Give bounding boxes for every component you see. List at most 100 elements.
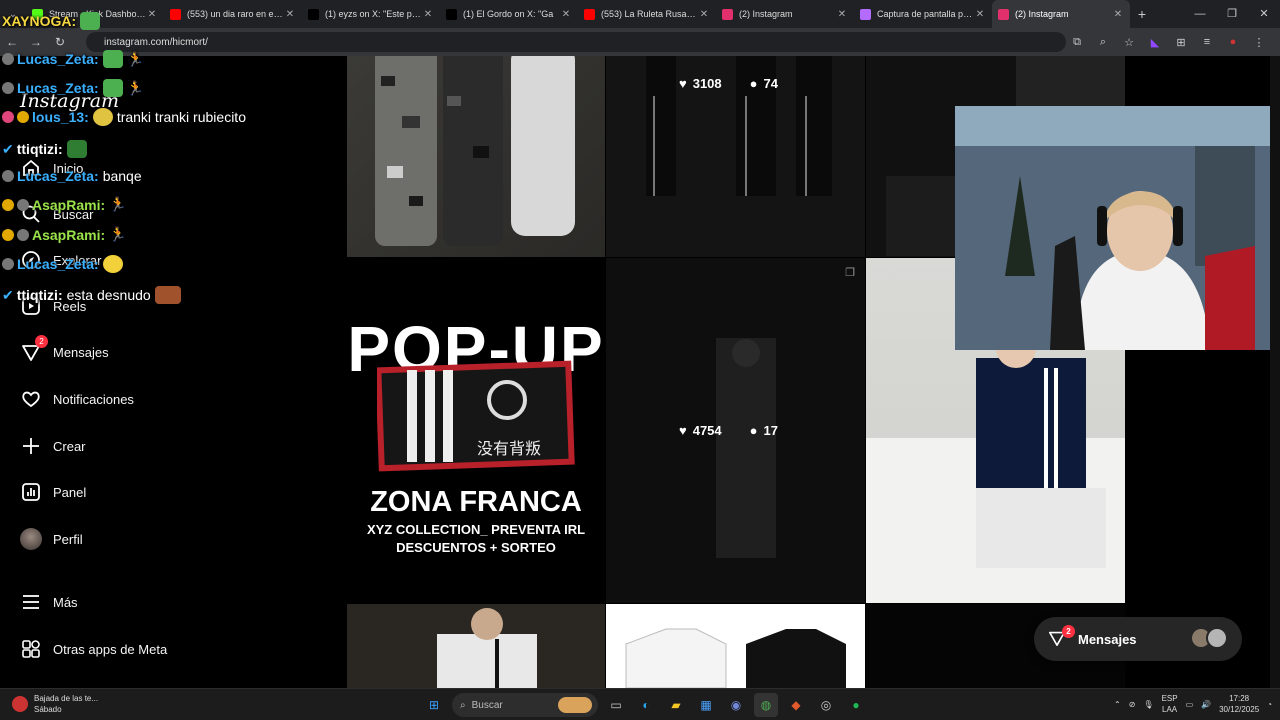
favicon-icon	[446, 8, 457, 20]
close-tab-icon[interactable]: ✕	[284, 9, 296, 20]
close-tab-icon[interactable]: ✕	[1112, 9, 1124, 20]
chrome-icon[interactable]: ◍	[754, 693, 778, 717]
post-jackets-product[interactable]	[606, 604, 865, 688]
bookmark-star-icon[interactable]: ☆	[1118, 36, 1140, 49]
volume-icon[interactable]: 🔊	[1201, 700, 1211, 709]
sidebar-item-buscar[interactable]: Buscar	[20, 202, 93, 226]
tab-title: (2) Instagram	[1015, 9, 1069, 19]
tab-search-icon[interactable]: ⌄	[0, 0, 26, 28]
favicon-icon	[308, 8, 319, 20]
page-scrollbar[interactable]	[1270, 56, 1280, 688]
file-explorer-icon[interactable]: ▰	[664, 693, 688, 717]
notification-badge: 2	[35, 335, 48, 348]
browser-tab[interactable]: (2) Instagram ✕	[716, 0, 854, 28]
tab-groups-icon[interactable]: ≡	[1196, 36, 1218, 48]
post-group-dark[interactable]: ♥ 3108 ● 74	[606, 56, 865, 257]
tab-title: Stream - Kick Dashboard	[49, 9, 146, 19]
task-view-icon[interactable]: ▭	[604, 693, 628, 717]
instagram-sidebar: Instagram Inicio Buscar Explorar Reels 2…	[0, 56, 346, 688]
minimize-icon[interactable]: —	[1184, 0, 1216, 28]
sidebar-item-label: Inicio	[53, 160, 84, 176]
obs-icon[interactable]: ◎	[814, 693, 838, 717]
network-icon[interactable]: ▭	[1186, 700, 1194, 709]
clock-time: 17:28	[1229, 694, 1250, 703]
post-pants-flatlay[interactable]	[347, 56, 605, 257]
spotify-icon[interactable]: ●	[844, 693, 868, 717]
taskbar-search[interactable]: ⌕ Buscar	[452, 693, 598, 717]
edge-icon[interactable]: ◐	[634, 693, 658, 717]
restore-icon[interactable]: ❐	[1216, 0, 1248, 28]
sidebar-item-label: Mensajes	[53, 344, 109, 360]
browser-tab[interactable]: (1) El Gordo on X: "Ga ✕	[440, 0, 578, 28]
messages-floating-button[interactable]: 2 Mensajes	[1034, 617, 1242, 661]
discord-icon[interactable]: ◉	[724, 693, 748, 717]
menu-kebab-icon[interactable]: ⋮	[1248, 36, 1270, 49]
close-tab-icon[interactable]: ✕	[836, 9, 848, 20]
sidebar-item-crear[interactable]: Crear	[20, 434, 86, 458]
browser-tab[interactable]: Captura de pantalla por D ✕	[854, 0, 992, 28]
sidebar-item-label: Buscar	[53, 206, 94, 222]
tray-app-icon[interactable]: ⊘	[1129, 700, 1136, 709]
close-window-icon[interactable]: ✕	[1248, 0, 1280, 28]
url-input[interactable]: instagram.com/hicmort/	[86, 32, 1066, 52]
close-tab-icon[interactable]: ✕	[422, 9, 434, 20]
comment-icon: ●	[749, 423, 758, 438]
heart-filled-icon: ♥	[679, 423, 687, 438]
avatar	[1206, 627, 1228, 649]
zoom-icon[interactable]: ⌕	[1092, 36, 1114, 49]
sidebar-item-perfil[interactable]: Perfil	[20, 527, 83, 551]
reload-icon[interactable]: ↻	[48, 35, 72, 49]
webcam-overlay	[955, 106, 1280, 350]
sidebar-item-mas[interactable]: Más	[20, 590, 78, 614]
window-controls: — ❐ ✕	[1184, 0, 1280, 28]
post-white-jacket[interactable]	[347, 604, 605, 688]
sidebar-item-explorar[interactable]: Explorar	[20, 248, 101, 272]
notifications-icon[interactable]: ◔	[1267, 700, 1272, 709]
sidebar-item-label: Notificaciones	[53, 391, 134, 407]
post-stats: ♥ 3108 ● 74	[679, 76, 778, 91]
sidebar-item-notificaciones[interactable]: Notificaciones	[20, 387, 134, 411]
forward-icon[interactable]: →	[24, 35, 48, 49]
browser-tab[interactable]: (553) La Ruleta Rusa Real ✕	[578, 0, 716, 28]
instagram-logo[interactable]: Instagram	[20, 90, 119, 112]
toolbar-icons: ⧉ ⌕ ☆ ◣ ⊞ ≡ ● ⋮	[1066, 28, 1270, 56]
sidebar-item-inicio[interactable]: Inicio	[20, 156, 83, 180]
weather-widget[interactable]: Bajada de las te... Sábado	[12, 693, 98, 715]
sidebar-item-reels[interactable]: Reels	[20, 294, 86, 318]
close-tab-icon[interactable]: ✕	[974, 9, 986, 20]
lang-code: ESP	[1161, 694, 1178, 703]
language-indicator[interactable]: ESP LAA	[1162, 693, 1178, 715]
messages-label: Mensajes	[1078, 631, 1137, 647]
clock[interactable]: 17:28 30/12/2025	[1219, 693, 1259, 715]
sidebar-item-mensajes[interactable]: 2 Mensajes	[20, 335, 109, 364]
post-popup-zona-franca[interactable]: POP-UP 没有背叛 ZONA FRANCA XYZ COLLECTION_ …	[347, 258, 605, 603]
store-icon[interactable]: ▦	[694, 693, 718, 717]
weather-title: Bajada de las te...	[34, 694, 99, 703]
microphone-icon[interactable]: 🎙	[1143, 700, 1153, 709]
close-tab-icon[interactable]: ✕	[146, 9, 158, 20]
favicon-icon	[722, 8, 733, 20]
tray-chevron-icon[interactable]: ⌃	[1114, 700, 1121, 709]
app-orange-icon[interactable]: ◆	[784, 693, 808, 717]
search-highlight-icon	[558, 697, 592, 713]
back-icon[interactable]: ←	[0, 35, 24, 49]
weather-icon	[12, 696, 28, 712]
sidebar-item-label: Panel	[53, 484, 87, 500]
sidebar-item-panel[interactable]: Panel	[20, 480, 86, 504]
cast-icon[interactable]: ⧉	[1066, 36, 1088, 49]
browser-tab[interactable]: (2) Instagram ✕	[992, 0, 1130, 28]
close-tab-icon[interactable]: ✕	[698, 9, 710, 20]
browser-tab[interactable]: Stream - Kick Dashboard ✕	[26, 0, 164, 28]
post-person-car[interactable]: ♥ 4754 ● 17 ❐	[606, 258, 865, 603]
close-tab-icon[interactable]: ✕	[560, 9, 572, 20]
profile-avatar-icon[interactable]: ●	[1222, 36, 1244, 48]
new-tab-button[interactable]: +	[1130, 6, 1154, 22]
tab-title: (553) un dia raro en el chu	[187, 9, 284, 19]
browser-tab[interactable]: (1) eyzs on X: "Este premi ✕	[302, 0, 440, 28]
url-text: instagram.com/hicmort/	[104, 36, 208, 48]
browser-tab[interactable]: (553) un dia raro en el chu ✕	[164, 0, 302, 28]
windows-start-icon[interactable]: ⊞	[422, 693, 446, 717]
sidebar-item-meta[interactable]: Otras apps de Meta	[20, 637, 167, 661]
extension-twitch-icon[interactable]: ◣	[1144, 36, 1166, 49]
extensions-puzzle-icon[interactable]: ⊞	[1170, 36, 1192, 49]
